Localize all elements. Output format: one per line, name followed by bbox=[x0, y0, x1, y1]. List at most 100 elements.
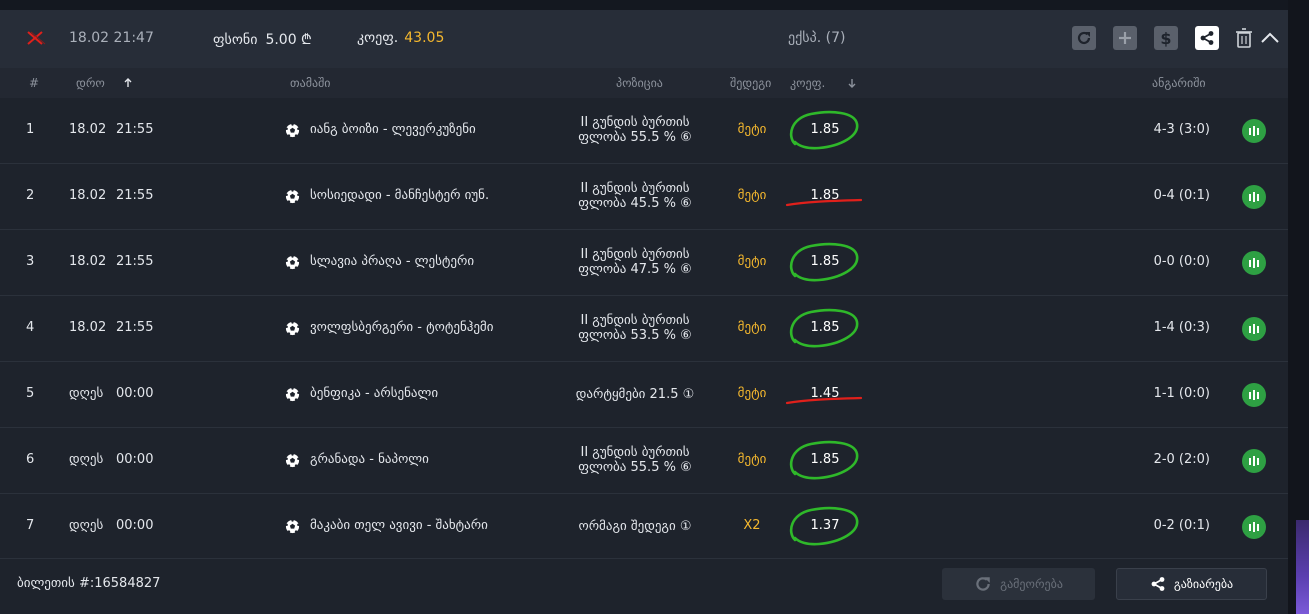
row-time: 21:55 bbox=[116, 188, 154, 203]
row-position: II გუნდის ბურთის ფლობა 53.5 % ⑥ bbox=[560, 313, 710, 343]
row-game[interactable]: მაკაბი თელ ავივი - შახტარი bbox=[310, 518, 488, 533]
stats-icon bbox=[1249, 258, 1259, 268]
position-line-1: II გუნდის ბურთის bbox=[580, 247, 690, 262]
stats-button[interactable] bbox=[1242, 383, 1266, 407]
football-icon bbox=[285, 453, 300, 468]
stats-button[interactable] bbox=[1242, 185, 1266, 209]
chevron-up-icon[interactable] bbox=[1259, 28, 1281, 48]
football-icon bbox=[285, 255, 300, 270]
stats-button[interactable] bbox=[1242, 515, 1266, 539]
ticket-datetime: 18.02 21:47 bbox=[69, 30, 154, 46]
col-date[interactable]: დრო bbox=[76, 76, 105, 90]
row-outcome: X2 bbox=[743, 518, 761, 533]
stake: ფსონი 5.00 ₾ bbox=[213, 30, 312, 49]
col-position: პოზიცია bbox=[616, 76, 663, 90]
repeat-button[interactable]: გამეორება bbox=[942, 568, 1095, 600]
refresh-button[interactable] bbox=[1072, 26, 1096, 50]
row-outcome: მეტი bbox=[737, 122, 767, 137]
row-score: 4-3 (3:0) bbox=[1153, 122, 1210, 137]
bet-rows: 1 18.02 21:55 იანგ ბოიზი - ლევერკუზენი II გუ… bbox=[0, 98, 1288, 560]
row-outcome: მეტი bbox=[737, 452, 767, 467]
close-x-icon[interactable] bbox=[24, 27, 46, 49]
position-line-1: II გუნდის ბურთის bbox=[580, 115, 690, 130]
stats-icon bbox=[1249, 390, 1259, 400]
stats-button[interactable] bbox=[1242, 251, 1266, 275]
trash-icon[interactable] bbox=[1235, 27, 1253, 49]
position-line-2: ფლობა 55.5 % ⑥ bbox=[578, 130, 692, 145]
ticket-number: ბილეთის #:16584827 bbox=[17, 576, 161, 591]
total-coef: კოეფ. 43.05 bbox=[357, 30, 444, 46]
share-button[interactable]: გაზიარება bbox=[1116, 568, 1267, 600]
row-game[interactable]: გრანადა - ნაპოლი bbox=[310, 452, 429, 467]
col-game: თამაში bbox=[290, 76, 331, 90]
row-score: 1-1 (0:0) bbox=[1153, 386, 1210, 401]
stats-icon bbox=[1249, 192, 1259, 202]
bet-ticket-panel: 18.02 21:47 ფსონი 5.00 ₾ კოეფ. 43.05 ექსპ.… bbox=[0, 10, 1288, 614]
row-time: 21:55 bbox=[116, 320, 154, 335]
stats-button[interactable] bbox=[1242, 119, 1266, 143]
row-game[interactable]: ვოლფსბერგერი - ტოტენჰემი bbox=[310, 320, 493, 335]
football-icon bbox=[285, 519, 300, 534]
row-game[interactable]: ბენფიკა - არსენალი bbox=[310, 386, 438, 401]
row-odd: 1.85 bbox=[810, 452, 840, 467]
stats-button[interactable] bbox=[1242, 317, 1266, 341]
row-outcome: მეტი bbox=[737, 188, 767, 203]
row-time: 00:00 bbox=[116, 452, 154, 467]
row-number: 1 bbox=[26, 122, 35, 137]
row-odd: 1.85 bbox=[810, 188, 840, 203]
row-date: 18.02 bbox=[69, 254, 107, 269]
share-header-button[interactable] bbox=[1195, 26, 1219, 50]
row-number: 2 bbox=[26, 188, 35, 203]
table-row: 7 დღეს 00:00 მაკაბი თელ ავივი - შახტარი ორმა… bbox=[0, 494, 1288, 560]
stats-icon bbox=[1249, 456, 1259, 466]
row-date: 18.02 bbox=[69, 188, 107, 203]
repeat-label: გამეორება bbox=[1000, 577, 1063, 591]
row-position: II გუნდის ბურთის ფლობა 45.5 % ⑥ bbox=[560, 181, 710, 211]
row-game[interactable]: სლავია პრაღა - ლესტერი bbox=[310, 254, 474, 269]
edge-glow bbox=[1296, 520, 1309, 614]
football-icon bbox=[285, 321, 300, 336]
col-outcome: შედეგი bbox=[730, 76, 772, 90]
repeat-icon bbox=[976, 577, 990, 591]
col-score: ანგარიში bbox=[1152, 76, 1206, 90]
sort-down-icon[interactable] bbox=[847, 78, 857, 88]
ticket-header: 18.02 21:47 ფსონი 5.00 ₾ კოეფ. 43.05 ექსპ.… bbox=[0, 10, 1288, 68]
share-icon bbox=[1151, 577, 1165, 591]
row-score: 0-2 (0:1) bbox=[1153, 518, 1210, 533]
col-odd[interactable]: კოეფ. bbox=[790, 76, 825, 90]
table-row: 4 18.02 21:55 ვოლფსბერგერი - ტოტენჰემი II გუ… bbox=[0, 296, 1288, 362]
share-icon bbox=[1200, 31, 1214, 45]
row-time: 21:55 bbox=[116, 254, 154, 269]
row-position: II გუნდის ბურთის ფლობა 47.5 % ⑥ bbox=[560, 247, 710, 277]
row-game[interactable]: სოსიედადი - მანჩესტერ იუნ. bbox=[310, 188, 489, 203]
table-row: 2 18.02 21:55 სოსიედადი - მანჩესტერ იუნ. II … bbox=[0, 164, 1288, 230]
position-line-1: II გუნდის ბურთის bbox=[580, 181, 690, 196]
row-game[interactable]: იანგ ბოიზი - ლევერკუზენი bbox=[310, 122, 476, 137]
position-line-2: ფლობა 55.5 % ⑥ bbox=[578, 460, 692, 475]
row-score: 2-0 (2:0) bbox=[1153, 452, 1210, 467]
row-outcome: მეტი bbox=[737, 320, 767, 335]
stake-value: 5.00 ₾ bbox=[265, 32, 312, 48]
position-line-1: II გუნდის ბურთის bbox=[580, 313, 690, 328]
row-date: დღეს bbox=[69, 518, 104, 533]
football-icon bbox=[285, 189, 300, 204]
row-score: 1-4 (0:3) bbox=[1153, 320, 1210, 335]
stats-button[interactable] bbox=[1242, 449, 1266, 473]
right-edge bbox=[1288, 0, 1309, 614]
row-outcome: მეტი bbox=[737, 386, 767, 401]
sort-up-icon[interactable] bbox=[123, 78, 133, 88]
row-odd: 1.85 bbox=[810, 254, 840, 269]
stake-label: ფსონი bbox=[213, 32, 258, 48]
row-number: 7 bbox=[26, 518, 35, 533]
table-row: 1 18.02 21:55 იანგ ბოიზი - ლევერკუზენი II გუ… bbox=[0, 98, 1288, 164]
refresh-icon bbox=[1077, 31, 1091, 45]
row-time: 21:55 bbox=[116, 122, 154, 137]
add-button[interactable] bbox=[1113, 26, 1137, 50]
row-number: 4 bbox=[26, 320, 35, 335]
row-date: 18.02 bbox=[69, 122, 107, 137]
coef-label: კოეფ. bbox=[357, 30, 399, 46]
cashout-button[interactable]: $ bbox=[1154, 26, 1178, 50]
row-position: II გუნდის ბურთის ფლობა 55.5 % ⑥ bbox=[560, 445, 710, 475]
row-date: დღეს bbox=[69, 452, 104, 467]
position-line-1: II გუნდის ბურთის bbox=[580, 445, 690, 460]
